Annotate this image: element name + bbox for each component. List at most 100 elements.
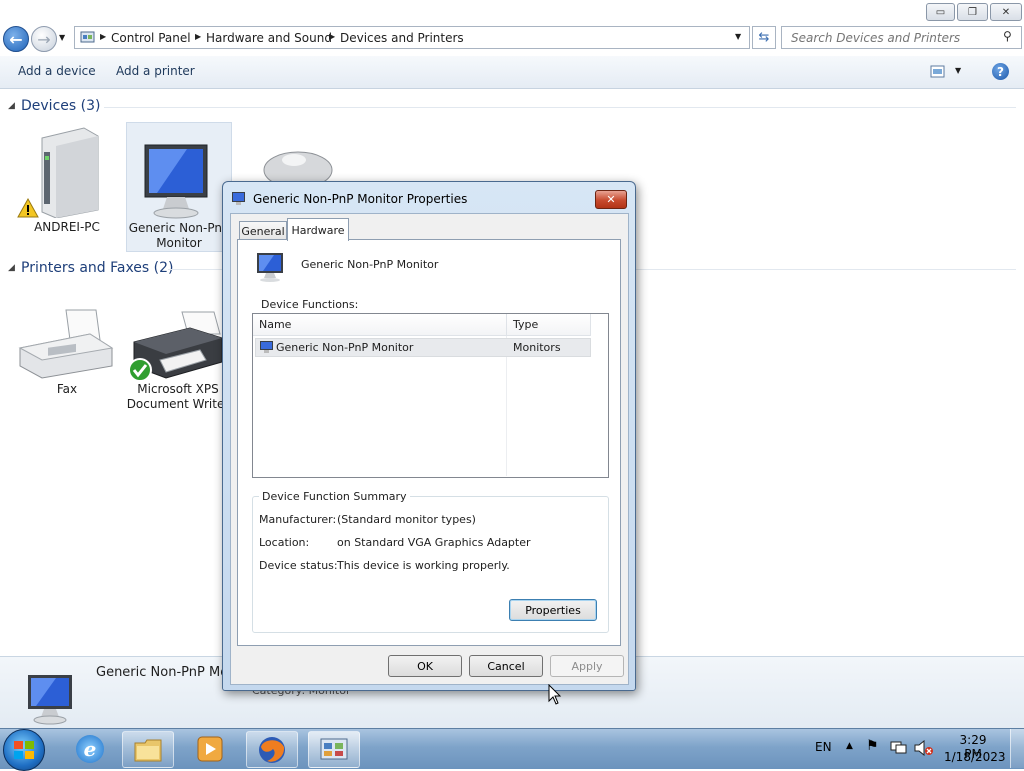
device-label: ANDREI-PC xyxy=(34,220,100,234)
volume-muted-icon[interactable] xyxy=(914,740,934,756)
clock-date[interactable]: 1/18/2023 xyxy=(944,750,1006,764)
computer-tower-icon xyxy=(41,127,99,218)
search-box[interactable]: ⚲ xyxy=(781,26,1022,49)
window-title-bar: ▭ ❐ ✕ xyxy=(0,0,1024,24)
language-indicator[interactable]: EN xyxy=(815,740,832,754)
dialog-close-button[interactable]: ✕ xyxy=(595,190,627,209)
cancel-button[interactable]: Cancel xyxy=(469,655,543,677)
device-label: Generic Non-PnP Monitor xyxy=(128,221,230,250)
network-icon[interactable] xyxy=(890,740,908,756)
warning-icon xyxy=(17,198,39,218)
table-row[interactable]: Generic Non-PnP Monitor Monitors xyxy=(255,338,591,357)
hardware-tab-panel: Generic Non-PnP Monitor Device Functions… xyxy=(237,239,621,646)
manufacturer-label: Manufacturer: xyxy=(259,513,337,526)
search-icon[interactable]: ⚲ xyxy=(1003,29,1012,43)
monitor-small-icon xyxy=(260,341,273,353)
show-desktop-button[interactable] xyxy=(1010,729,1024,768)
device-functions-label: Device Functions: xyxy=(261,298,359,311)
tab-general[interactable]: General xyxy=(239,221,287,241)
search-input[interactable] xyxy=(789,30,1003,46)
refresh-icon: ⇆ xyxy=(758,30,770,45)
devices-group-header[interactable]: Devices (3) xyxy=(21,98,100,114)
device-function-summary: Device Function Summary Manufacturer: (S… xyxy=(252,490,609,633)
internet-explorer-icon: e xyxy=(76,735,104,763)
default-printer-checkmark-icon xyxy=(128,358,152,382)
breadcrumb-hardware-and-sound[interactable]: Hardware and Sound xyxy=(206,31,332,45)
address-dropdown-icon[interactable]: ▼ xyxy=(735,32,741,41)
collapse-devices-icon[interactable]: ◢ xyxy=(8,101,15,111)
add-device-button[interactable]: Add a device xyxy=(18,64,96,78)
location-value: on Standard VGA Graphics Adapter xyxy=(337,536,531,549)
ok-button[interactable]: OK xyxy=(388,655,462,677)
printer-label: Fax xyxy=(56,382,78,396)
dialog-body: General Hardware Generic Non-PnP Monitor… xyxy=(230,213,629,685)
show-hidden-icons-icon[interactable]: ▲ xyxy=(846,741,853,751)
printer-fax[interactable]: Fax xyxy=(14,304,120,414)
action-center-flag-icon[interactable]: ⚑ xyxy=(866,738,879,754)
mouse-cursor-icon xyxy=(548,684,562,705)
group-divider xyxy=(104,107,1016,108)
breadcrumb-separator-icon: ▶ xyxy=(100,32,107,41)
row-type: Monitors xyxy=(513,341,561,354)
mouse-icon xyxy=(263,151,333,184)
start-button[interactable] xyxy=(3,729,45,771)
forward-button[interactable]: → xyxy=(31,26,57,52)
tab-hardware[interactable]: Hardware xyxy=(287,218,349,241)
summary-title: Device Function Summary xyxy=(259,490,410,503)
taskbar-firefox[interactable] xyxy=(246,731,298,768)
view-options-icon[interactable] xyxy=(930,65,946,79)
back-button[interactable]: ← xyxy=(3,26,29,52)
navigation-bar: ← → ▼ ▶ Control Panel ▶ Hardware and Sou… xyxy=(0,24,1024,54)
row-name: Generic Non-PnP Monitor xyxy=(276,341,414,354)
device-andrei-pc[interactable]: ANDREI-PC xyxy=(14,122,120,250)
printer-label: Microsoft XPS Document Writer xyxy=(126,382,230,411)
monitor-icon xyxy=(28,675,72,725)
control-panel-icon xyxy=(80,31,95,43)
close-icon: ✕ xyxy=(606,193,616,206)
taskbar-internet-explorer[interactable]: e xyxy=(70,733,110,765)
device-status-value: This device is working properly. xyxy=(337,559,510,572)
device-status-label: Device status: xyxy=(259,559,338,572)
folder-icon xyxy=(134,739,162,761)
maximize-button[interactable]: ❐ xyxy=(957,3,988,21)
column-header-type[interactable]: Type xyxy=(507,314,591,336)
control-panel-icon xyxy=(320,738,348,759)
column-header-name[interactable]: Name xyxy=(253,314,507,336)
view-dropdown-icon[interactable]: ▼ xyxy=(955,66,961,75)
minimize-button[interactable]: ▭ xyxy=(926,3,955,21)
monitor-icon xyxy=(144,144,208,219)
media-player-icon xyxy=(197,736,223,762)
collapse-printers-icon[interactable]: ◢ xyxy=(8,263,15,273)
device-functions-list[interactable]: Name Type Generic Non-PnP Monitor Monito… xyxy=(252,313,609,478)
manufacturer-value: (Standard monitor types) xyxy=(337,513,476,526)
taskbar-windows-explorer[interactable] xyxy=(122,731,174,768)
properties-button[interactable]: Properties xyxy=(509,599,597,621)
taskbar-media-player[interactable] xyxy=(188,733,232,765)
monitor-icon xyxy=(257,253,283,282)
breadcrumb-separator-icon: ▶ xyxy=(329,32,336,41)
printers-group-header[interactable]: Printers and Faxes (2) xyxy=(21,260,174,276)
printer-microsoft-xps[interactable]: Microsoft XPS Document Writer xyxy=(124,304,229,414)
column-divider xyxy=(506,336,507,476)
add-printer-button[interactable]: Add a printer xyxy=(116,64,195,78)
dialog-title: Generic Non-PnP Monitor Properties xyxy=(253,192,468,206)
device-generic-monitor[interactable]: Generic Non-PnP Monitor xyxy=(126,122,232,252)
apply-button[interactable]: Apply xyxy=(550,655,624,677)
recent-pages-dropdown-icon[interactable]: ▼ xyxy=(59,33,65,42)
refresh-button[interactable]: ⇆ xyxy=(752,26,776,49)
help-icon[interactable]: ? xyxy=(992,63,1009,80)
firefox-icon xyxy=(259,736,285,763)
taskbar-control-panel[interactable] xyxy=(308,731,360,768)
monitor-small-icon xyxy=(232,192,245,205)
address-bar[interactable]: ▶ Control Panel ▶ Hardware and Sound ▶ D… xyxy=(74,26,750,49)
fax-icon xyxy=(18,309,114,379)
taskbar: e EN ▲ ⚑ 3:29 PM 1/18/2023 xyxy=(0,728,1024,771)
breadcrumb-devices-and-printers[interactable]: Devices and Printers xyxy=(340,31,464,45)
device-name-label: Generic Non-PnP Monitor xyxy=(301,258,439,271)
close-window-button[interactable]: ✕ xyxy=(990,3,1022,21)
location-label: Location: xyxy=(259,536,310,549)
breadcrumb-separator-icon: ▶ xyxy=(195,32,202,41)
windows-logo-icon xyxy=(14,741,34,759)
breadcrumb-control-panel[interactable]: Control Panel xyxy=(111,31,191,45)
command-bar: Add a device Add a printer ▼ ? xyxy=(0,56,1024,89)
